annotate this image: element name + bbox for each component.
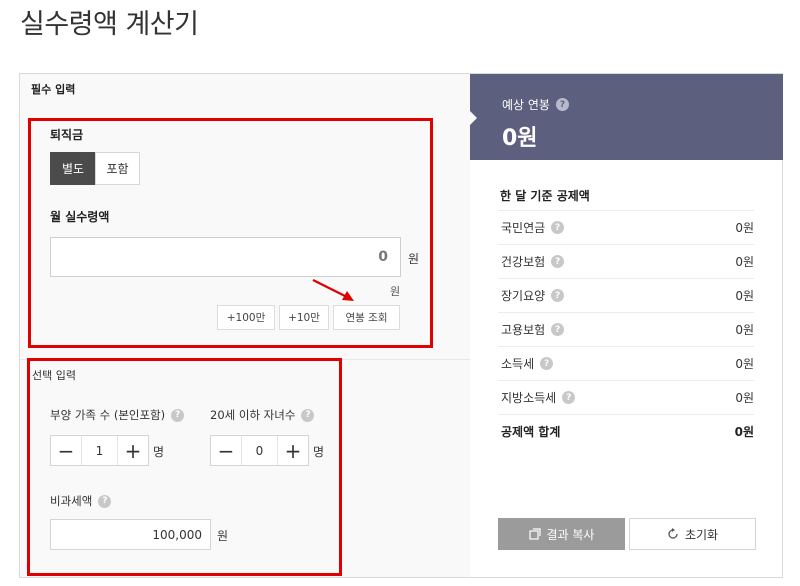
deduction-name: 건강보험 xyxy=(501,255,546,269)
monthly-net-label: 월 실수령액 xyxy=(50,210,110,224)
deduction-row-income-tax: 소득세? 0원 xyxy=(498,346,754,380)
reset-button[interactable]: 초기화 xyxy=(629,518,756,550)
nontax-unit: 원 xyxy=(217,529,229,543)
help-icon[interactable]: ? xyxy=(551,255,565,268)
deduction-value: 0원 xyxy=(735,289,754,303)
nontax-label: 비과세액 ? xyxy=(50,493,112,509)
children-unit: 명 xyxy=(313,445,325,459)
dependents-label: 부양 가족 수 (본인포함) ? xyxy=(50,407,185,423)
deduction-title: 한 달 기준 공제액 xyxy=(500,189,590,203)
dependents-value[interactable]: 1 xyxy=(81,436,118,465)
deduction-row-longterm-care: 장기요양? 0원 xyxy=(498,278,754,312)
deduction-row-local-tax: 지방소득세? 0원 xyxy=(498,380,754,414)
deduction-name: 국민연금 xyxy=(501,221,546,235)
nontax-label-text: 비과세액 xyxy=(50,494,93,508)
dependents-minus-button[interactable]: − xyxy=(51,436,81,465)
deduction-value: 0원 xyxy=(735,357,754,371)
deduction-total-name: 공제액 합계 xyxy=(501,425,561,439)
dependents-stepper: − 1 + xyxy=(50,435,149,466)
monthly-net-unit: 원 xyxy=(408,252,420,266)
help-icon[interactable]: ? xyxy=(562,391,576,404)
help-icon[interactable]: ? xyxy=(551,323,565,336)
severance-separate-button[interactable]: 별도 xyxy=(50,152,96,185)
children-label: 20세 이하 자녀수 ? xyxy=(210,407,315,423)
severance-label: 퇴직금 xyxy=(50,128,84,142)
dependents-unit: 명 xyxy=(153,445,165,459)
help-icon[interactable]: ? xyxy=(301,408,315,422)
section-divider xyxy=(20,359,470,360)
children-stepper: − 0 + xyxy=(210,435,309,466)
dependents-plus-button[interactable]: + xyxy=(118,436,148,465)
page-title: 실수령액 계산기 xyxy=(20,9,199,40)
deduction-name: 소득세 xyxy=(501,357,535,371)
required-section-label: 필수 입력 xyxy=(31,83,76,96)
help-icon[interactable]: ? xyxy=(171,408,185,422)
monthly-net-input[interactable]: 0 xyxy=(50,237,401,277)
severance-included-button[interactable]: 포함 xyxy=(95,152,140,185)
deduction-name: 고용보험 xyxy=(501,323,546,337)
expected-salary-value: 0원 xyxy=(502,126,538,151)
add-1m-button[interactable]: +100만 xyxy=(217,305,275,330)
deduction-row-employment: 고용보험? 0원 xyxy=(498,312,754,346)
help-icon[interactable]: ? xyxy=(540,357,554,370)
children-minus-button[interactable]: − xyxy=(211,436,241,465)
help-icon[interactable]: ? xyxy=(551,221,565,234)
deduction-name: 장기요양 xyxy=(501,289,546,303)
help-icon[interactable]: ? xyxy=(98,494,112,508)
children-label-text: 20세 이하 자녀수 xyxy=(210,408,296,422)
children-plus-button[interactable]: + xyxy=(278,436,308,465)
monthly-helper-unit: 원 xyxy=(390,285,401,298)
deduction-total-row: 공제액 합계 0원 xyxy=(498,414,754,448)
nontax-input[interactable]: 100,000 xyxy=(50,519,211,550)
calculator-card: 필수 입력 퇴직금 별도 포함 월 실수령액 0 원 원 +100만 +10만 … xyxy=(19,73,783,578)
expected-salary-label: 예상 연봉 ? xyxy=(502,96,569,113)
help-icon[interactable]: ? xyxy=(555,98,569,111)
deduction-value: 0원 xyxy=(735,323,754,337)
expected-salary-header: 예상 연봉 ? 0원 xyxy=(469,74,783,160)
deduction-name: 지방소득세 xyxy=(501,391,557,405)
deduction-value: 0원 xyxy=(735,255,754,269)
copy-result-label: 결과 복사 xyxy=(546,527,595,542)
optional-section-label: 선택 입력 xyxy=(32,369,76,382)
deduction-row-health: 건강보험? 0원 xyxy=(498,244,754,278)
copy-icon xyxy=(528,528,541,540)
deduction-row-pension: 국민연금? 0원 xyxy=(498,210,754,244)
reset-label: 초기화 xyxy=(684,527,719,542)
children-value[interactable]: 0 xyxy=(241,436,278,465)
input-pane: 필수 입력 퇴직금 별도 포함 월 실수령액 0 원 원 +100만 +10만 … xyxy=(20,74,470,577)
refresh-icon xyxy=(667,528,679,540)
dependents-label-text: 부양 가족 수 (본인포함) xyxy=(50,408,166,422)
arrow-annotation-icon xyxy=(312,279,354,301)
expected-salary-label-text: 예상 연봉 xyxy=(502,98,550,112)
deduction-value: 0원 xyxy=(735,221,754,235)
add-100k-button[interactable]: +10만 xyxy=(279,305,329,330)
help-icon[interactable]: ? xyxy=(551,289,565,302)
salary-lookup-button[interactable]: 연봉 조회 xyxy=(333,305,400,330)
deduction-total-value: 0원 xyxy=(734,425,754,439)
copy-result-button[interactable]: 결과 복사 xyxy=(498,518,625,550)
deduction-value: 0원 xyxy=(735,391,754,405)
